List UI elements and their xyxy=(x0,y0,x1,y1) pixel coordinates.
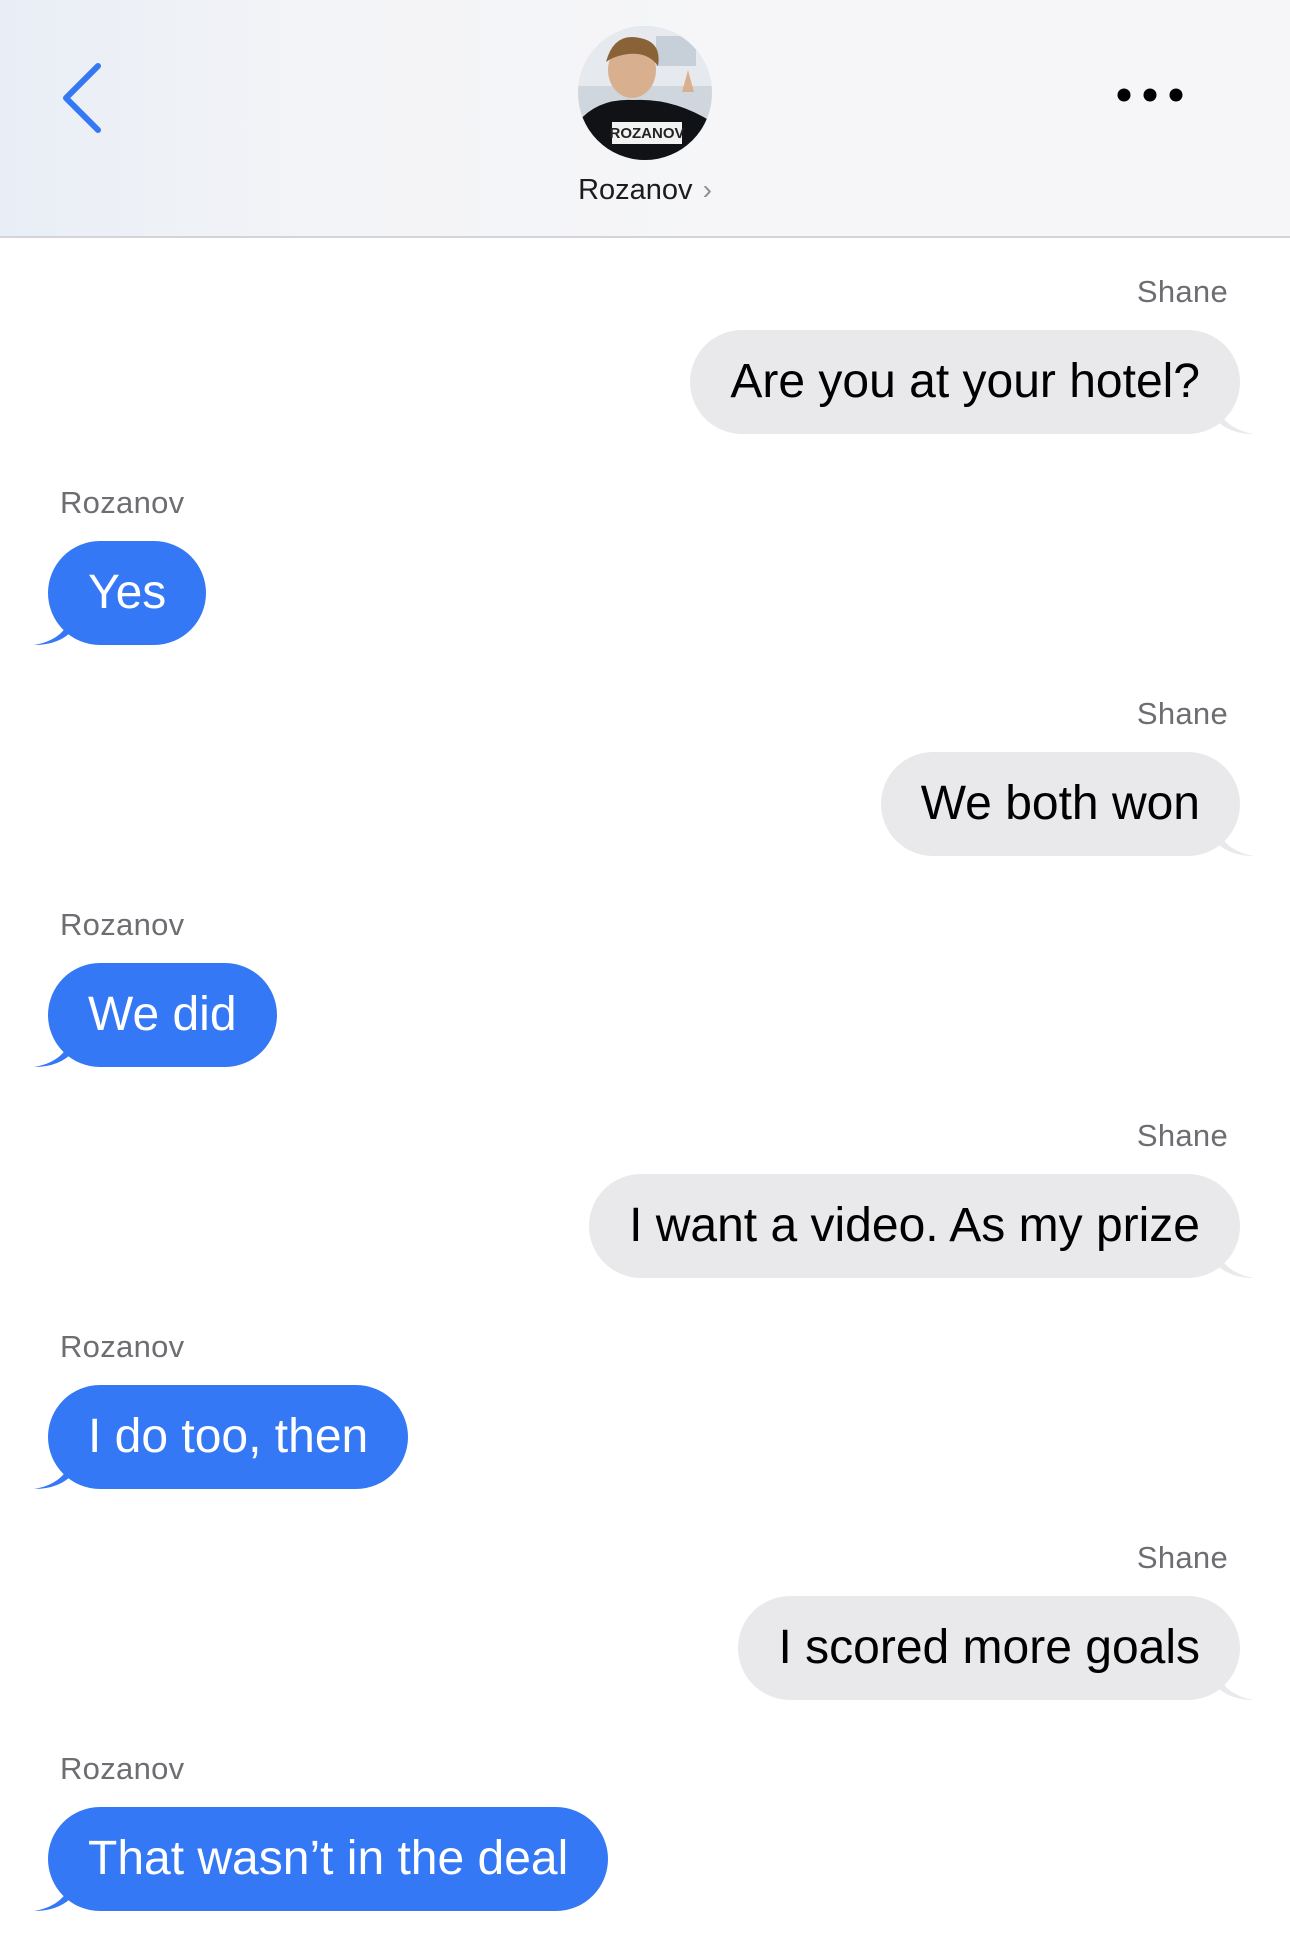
bubble-tail xyxy=(34,1027,74,1067)
message-text: Are you at your hotel? xyxy=(730,355,1200,408)
avatar-jersey-text: ROZANOV xyxy=(610,125,685,142)
message-bubble-incoming[interactable]: We did xyxy=(34,963,277,1067)
bubble-tail xyxy=(1214,1660,1254,1700)
contact-name-button[interactable]: Rozanov › xyxy=(0,174,1290,207)
sender-label: Rozanov xyxy=(60,1751,185,1786)
chevron-right-icon: › xyxy=(702,174,712,205)
bubble-tail xyxy=(34,1871,74,1911)
message-text: That wasn’t in the deal xyxy=(88,1832,569,1885)
more-options-button[interactable] xyxy=(1110,82,1190,108)
message-bubble-outgoing[interactable]: I want a video. As my prize xyxy=(589,1174,1254,1278)
message-text: I scored more goals xyxy=(778,1621,1200,1674)
sender-label: Rozanov xyxy=(60,907,185,942)
message-bubble-incoming[interactable]: Yes xyxy=(34,541,207,645)
message-text: We both won xyxy=(920,777,1200,830)
sender-label: Shane xyxy=(1136,696,1228,731)
message-bubble-outgoing[interactable]: Are you at your hotel? xyxy=(690,330,1254,434)
sender-label: Shane xyxy=(1136,1118,1228,1153)
bubble-tail xyxy=(1214,394,1254,434)
sender-label: Shane xyxy=(1136,274,1228,309)
message-bubble-incoming[interactable]: I do too, then xyxy=(34,1385,409,1489)
message-text: I do too, then xyxy=(88,1410,369,1463)
contact-name: Rozanov xyxy=(578,174,693,206)
sender-label: Rozanov xyxy=(60,1329,185,1364)
message-bubble-outgoing[interactable]: We both won xyxy=(880,752,1254,856)
bubble-tail xyxy=(34,605,74,645)
ellipsis-icon xyxy=(1117,88,1183,102)
message-text: Yes xyxy=(88,566,167,619)
back-button[interactable] xyxy=(50,58,110,138)
bubble-tail xyxy=(34,1449,74,1489)
message-bubble-incoming[interactable]: That wasn’t in the deal xyxy=(34,1807,609,1911)
sender-label: Rozanov xyxy=(60,485,185,520)
bubble-tail xyxy=(1214,816,1254,856)
bubble-tail xyxy=(1214,1238,1254,1278)
avatar-photo: ROZANOV xyxy=(578,26,712,160)
chevron-left-icon xyxy=(63,63,101,133)
avatar[interactable]: ROZANOV xyxy=(578,26,712,160)
message-bubble-outgoing[interactable]: I scored more goals xyxy=(738,1596,1254,1700)
conversation-header: ROZANOV Rozanov › xyxy=(0,0,1290,238)
message-text: We did xyxy=(88,988,237,1041)
sender-label: Shane xyxy=(1136,1540,1228,1575)
message-text: I want a video. As my prize xyxy=(629,1199,1200,1252)
